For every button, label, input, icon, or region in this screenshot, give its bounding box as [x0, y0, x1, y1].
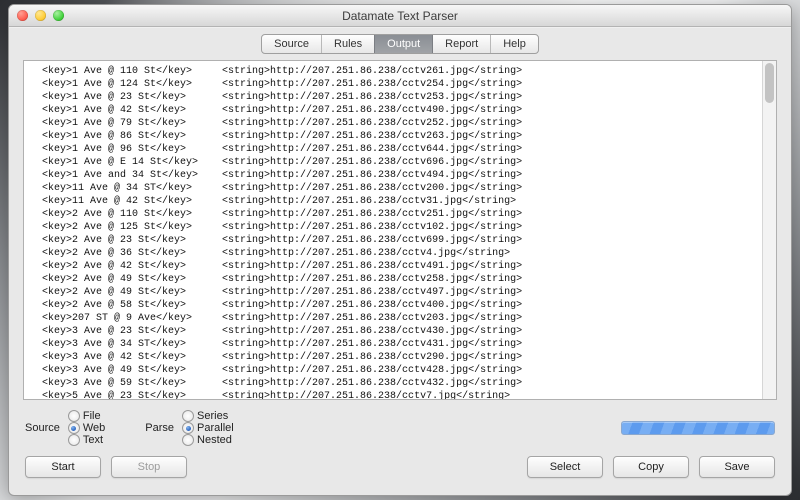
parse-option-parallel[interactable]: Parallel	[182, 422, 234, 434]
titlebar[interactable]: Datamate Text Parser	[9, 5, 791, 27]
progress-bar	[621, 421, 775, 435]
stop-button[interactable]: Stop	[111, 456, 187, 478]
app-window: Datamate Text Parser SourceRulesOutputRe…	[8, 4, 792, 496]
source-option-file[interactable]: File	[68, 410, 105, 422]
radio-icon	[182, 410, 194, 422]
source-option-label: File	[83, 410, 101, 422]
save-button[interactable]: Save	[699, 456, 775, 478]
button-row: Start Stop Select Copy Save	[23, 450, 777, 480]
tab-rules[interactable]: Rules	[322, 35, 375, 53]
source-label: Source	[25, 422, 60, 434]
tab-report[interactable]: Report	[433, 35, 491, 53]
parse-label: Parse	[145, 422, 174, 434]
close-icon[interactable]	[17, 10, 28, 21]
tab-help[interactable]: Help	[491, 35, 538, 53]
radio-icon	[68, 410, 80, 422]
content-area: <key>1 Ave @ 110 St</key> <string>http:/…	[9, 54, 791, 495]
scroll-thumb[interactable]	[765, 63, 774, 103]
window-title: Datamate Text Parser	[9, 9, 791, 23]
source-option-label: Web	[83, 422, 105, 434]
parse-option-series[interactable]: Series	[182, 410, 234, 422]
output-text[interactable]: <key>1 Ave @ 110 St</key> <string>http:/…	[24, 61, 762, 399]
traffic-lights	[17, 10, 64, 21]
select-button[interactable]: Select	[527, 456, 603, 478]
parse-option-label: Nested	[197, 434, 232, 446]
copy-button[interactable]: Copy	[613, 456, 689, 478]
output-panel: <key>1 Ave @ 110 St</key> <string>http:/…	[23, 60, 777, 400]
radio-icon	[68, 434, 80, 446]
radio-icon	[182, 422, 194, 434]
zoom-icon[interactable]	[53, 10, 64, 21]
radio-icon	[182, 434, 194, 446]
source-option-label: Text	[83, 434, 103, 446]
tab-bar: SourceRulesOutputReportHelp	[9, 28, 791, 54]
parse-option-label: Parallel	[197, 422, 234, 434]
options-row: Source FileWebText Parse SeriesParallelN…	[23, 400, 777, 450]
start-button[interactable]: Start	[25, 456, 101, 478]
parse-option-label: Series	[197, 410, 228, 422]
tab-output[interactable]: Output	[374, 35, 433, 53]
radio-icon	[68, 422, 80, 434]
source-option-web[interactable]: Web	[68, 422, 105, 434]
scrollbar-vertical[interactable]	[762, 61, 777, 399]
parse-option-nested[interactable]: Nested	[182, 434, 234, 446]
minimize-icon[interactable]	[35, 10, 46, 21]
tab-source[interactable]: Source	[262, 35, 322, 53]
source-option-text[interactable]: Text	[68, 434, 105, 446]
